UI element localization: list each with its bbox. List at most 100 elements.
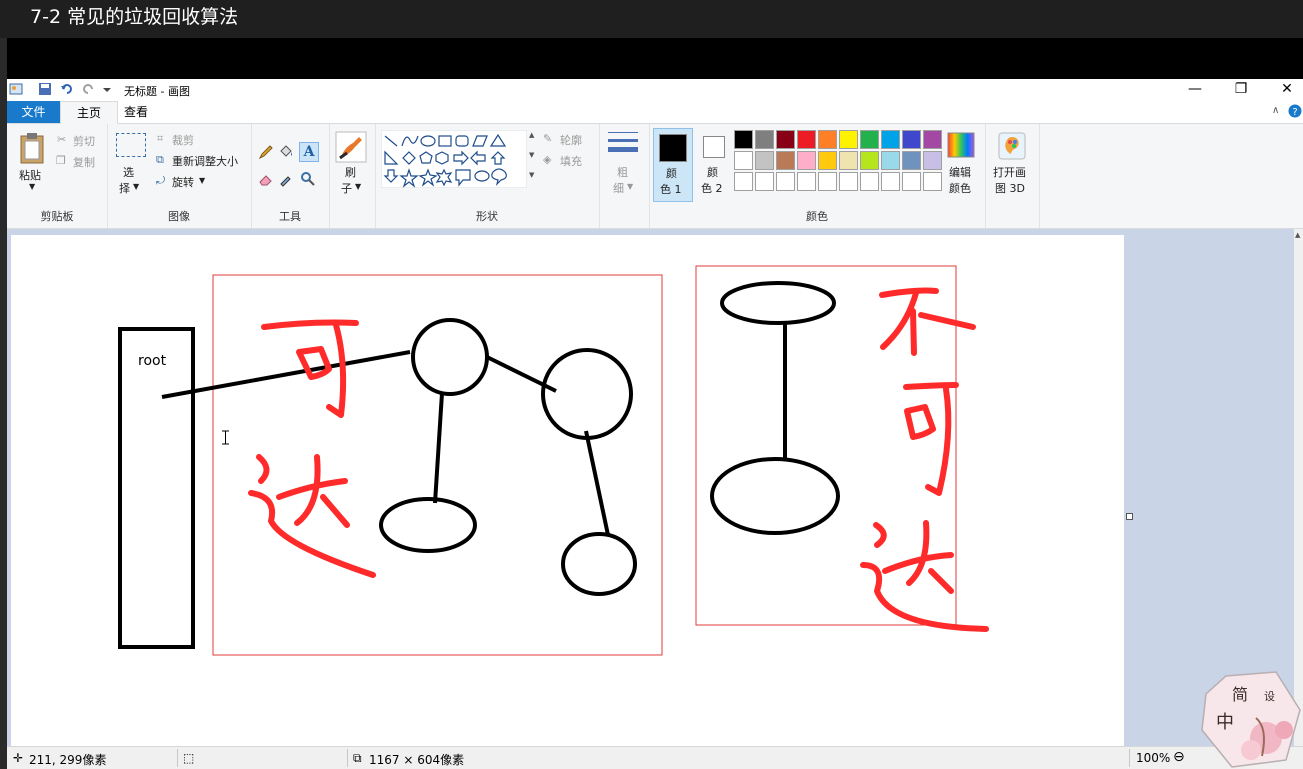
- scroll-up-icon[interactable]: ▲: [1295, 231, 1300, 239]
- palette-swatch[interactable]: [902, 151, 921, 170]
- copy-label[interactable]: 复制: [73, 154, 95, 170]
- paint-app-icon: [9, 83, 23, 95]
- tab-file[interactable]: 文件: [7, 101, 60, 123]
- outline-label[interactable]: 轮廓: [560, 132, 582, 148]
- brush-label-2[interactable]: 子: [341, 180, 352, 196]
- paste-label[interactable]: 粘贴: [19, 167, 41, 183]
- close-button[interactable]: ✕: [1264, 79, 1303, 101]
- brush-label-1[interactable]: 刷: [345, 164, 356, 180]
- brush-dropdown-icon[interactable]: ▼: [355, 182, 361, 191]
- color-picker-icon[interactable]: [278, 171, 294, 187]
- vertical-scrollbar[interactable]: ▲: [1294, 229, 1303, 746]
- palette-swatch[interactable]: [881, 151, 900, 170]
- palette-swatch[interactable]: [881, 130, 900, 149]
- palette-empty-swatch[interactable]: [902, 172, 921, 191]
- magnifier-icon[interactable]: [300, 171, 316, 187]
- fill-bucket-icon[interactable]: [278, 143, 294, 159]
- palette-empty-swatch[interactable]: [776, 172, 795, 191]
- palette-empty-swatch[interactable]: [923, 172, 942, 191]
- palette-swatch[interactable]: [776, 151, 795, 170]
- shapes-scroll-down-icon[interactable]: ▼: [529, 151, 534, 159]
- unreachable-handwriting: [860, 287, 989, 632]
- palette-empty-swatch[interactable]: [755, 172, 774, 191]
- paste-dropdown-icon[interactable]: ▼: [29, 182, 35, 191]
- palette-swatch[interactable]: [755, 130, 774, 149]
- brush-icon[interactable]: [335, 131, 367, 163]
- unreachable-graph: [710, 281, 840, 535]
- minimize-button[interactable]: —: [1172, 79, 1218, 101]
- palette-swatch[interactable]: [734, 151, 753, 170]
- palette-swatch[interactable]: [839, 130, 858, 149]
- palette-swatch[interactable]: [755, 151, 774, 170]
- shapes-more-icon[interactable]: ▼: [529, 171, 534, 179]
- crop-icon: ⌗: [157, 132, 164, 145]
- edit-colors-icon[interactable]: [947, 132, 975, 158]
- shapes-scroll-up-icon[interactable]: ▲: [529, 131, 534, 139]
- drawing-canvas[interactable]: root: [11, 235, 1124, 746]
- canvas-resize-handle[interactable]: [1126, 513, 1133, 520]
- resize-label[interactable]: 重新调整大小: [172, 153, 238, 169]
- color-palette: [734, 130, 946, 192]
- size-icon[interactable]: [607, 130, 639, 158]
- rotate-dropdown-icon[interactable]: ▼: [199, 176, 205, 185]
- paint3d-label-1[interactable]: 打开画: [993, 164, 1026, 180]
- undo-icon[interactable]: [60, 82, 74, 96]
- paint3d-label-2[interactable]: 图 3D: [995, 180, 1025, 196]
- select-label-2[interactable]: 择: [119, 180, 130, 196]
- color2-button[interactable]: 颜 色 2: [695, 128, 733, 200]
- crop-label[interactable]: 裁剪: [172, 132, 194, 148]
- tab-view[interactable]: 查看: [118, 101, 154, 123]
- palette-swatch[interactable]: [923, 130, 942, 149]
- restore-button[interactable]: ❐: [1218, 79, 1264, 101]
- palette-empty-swatch[interactable]: [818, 172, 837, 191]
- select-icon[interactable]: [116, 133, 146, 157]
- palette-swatch[interactable]: [860, 130, 879, 149]
- palette-empty-swatch[interactable]: [734, 172, 753, 191]
- canvas-area: root ▲: [7, 229, 1303, 746]
- color1-button[interactable]: 颜 色 1: [653, 128, 693, 202]
- palette-swatch[interactable]: [902, 130, 921, 149]
- palette-swatch[interactable]: [818, 130, 837, 149]
- fill-label[interactable]: 填充: [560, 153, 582, 169]
- pencil-icon[interactable]: [258, 144, 274, 160]
- help-icon[interactable]: ?: [1288, 104, 1302, 118]
- collapse-ribbon-icon[interactable]: ∧: [1272, 105, 1279, 116]
- paint3d-icon[interactable]: [998, 132, 1026, 160]
- size-dropdown-icon[interactable]: ▼: [627, 182, 633, 191]
- cut-label[interactable]: 剪切: [73, 133, 95, 149]
- rotate-label[interactable]: 旋转: [172, 174, 194, 190]
- video-black-band: [7, 38, 1303, 79]
- resize-icon: ⧉: [156, 153, 164, 166]
- paste-icon[interactable]: [19, 132, 45, 164]
- save-icon[interactable]: [38, 82, 52, 96]
- palette-swatch[interactable]: [734, 130, 753, 149]
- palette-swatch[interactable]: [797, 151, 816, 170]
- palette-swatch[interactable]: [839, 151, 858, 170]
- rotate-icon: ⤾: [156, 174, 166, 187]
- redo-icon[interactable]: [81, 82, 95, 96]
- palette-empty-swatch[interactable]: [860, 172, 879, 191]
- palette-empty-swatch[interactable]: [839, 172, 858, 191]
- palette-swatch[interactable]: [818, 151, 837, 170]
- select-dropdown-icon[interactable]: ▼: [133, 182, 139, 191]
- text-tool-icon[interactable]: A: [299, 142, 319, 162]
- palette-swatch[interactable]: [860, 151, 879, 170]
- zoom-out-icon[interactable]: ⊖: [1173, 749, 1185, 765]
- palette-swatch[interactable]: [923, 151, 942, 170]
- palette-empty-swatch[interactable]: [797, 172, 816, 191]
- svg-text:设: 设: [1264, 690, 1275, 703]
- eraser-icon[interactable]: [258, 171, 274, 187]
- edit-colors-label-1[interactable]: 编辑: [949, 164, 971, 180]
- drawing: root: [118, 265, 989, 656]
- size-label-1[interactable]: 粗: [617, 164, 628, 180]
- size-label-2[interactable]: 细: [613, 180, 624, 196]
- customize-quick-access-icon[interactable]: [100, 82, 114, 96]
- select-label-1[interactable]: 选: [123, 164, 134, 180]
- colors-group-label: 颜色: [806, 210, 828, 223]
- shapes-gallery-icon[interactable]: [381, 130, 527, 188]
- palette-empty-swatch[interactable]: [881, 172, 900, 191]
- tab-home[interactable]: 主页: [60, 101, 118, 125]
- palette-swatch[interactable]: [797, 130, 816, 149]
- palette-swatch[interactable]: [776, 130, 795, 149]
- edit-colors-label-2[interactable]: 颜色: [949, 180, 971, 196]
